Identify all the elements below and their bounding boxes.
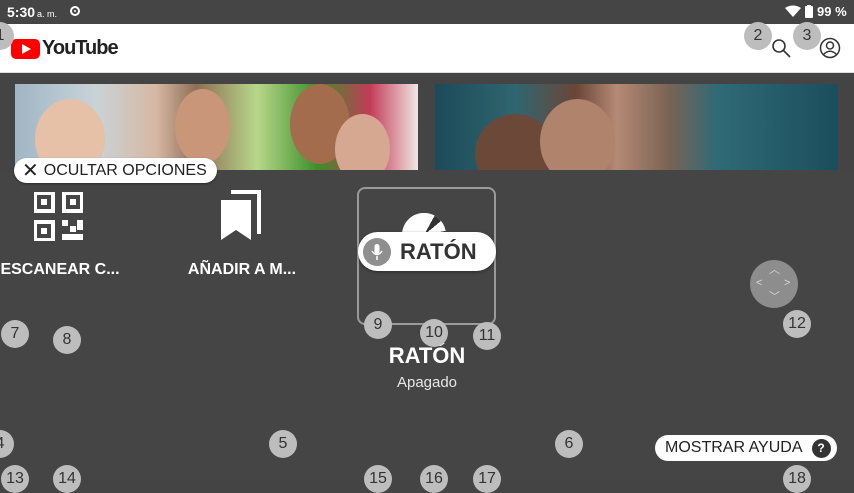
number-badge[interactable]: 2 (744, 22, 772, 50)
status-time: 5:30 a. m. (7, 4, 58, 20)
number-badge[interactable]: 17 (473, 465, 501, 493)
qr-code-icon[interactable] (34, 192, 83, 241)
mouse-tile-title: RATÓN (388, 343, 466, 368)
number-badge[interactable]: 18 (783, 465, 811, 493)
show-help-button[interactable]: MOSTRAR AYUDA ? (655, 435, 837, 461)
mouse-pill-label: RATÓN (400, 238, 477, 264)
arrow-up-icon: ︿ (769, 264, 780, 276)
number-badge[interactable]: 15 (364, 465, 392, 493)
directional-pad[interactable]: ︿ ﹀ < > (750, 260, 798, 308)
battery-icon (805, 5, 813, 18)
mouse-pill-button[interactable]: RATÓN (358, 232, 496, 271)
help-icon: ? (811, 438, 831, 458)
add-action-label[interactable]: AÑADIR A M... (162, 261, 322, 279)
arrow-right-icon: > (784, 277, 791, 289)
number-badge[interactable]: 14 (53, 465, 81, 493)
youtube-logo[interactable]: YouTube (11, 37, 119, 60)
number-badge[interactable]: 10 (420, 319, 448, 347)
play-logo-icon (11, 38, 40, 59)
number-badge[interactable]: 12 (783, 310, 811, 338)
arrow-left-icon: < (756, 277, 763, 289)
thumbnail-face (540, 99, 615, 170)
number-badge[interactable]: 11 (473, 322, 501, 350)
hide-options-button[interactable]: ✕ OCULTAR OPCIONES (14, 158, 217, 183)
mouse-tile-status: Apagado (396, 374, 458, 391)
show-help-label: MOSTRAR AYUDA (665, 439, 803, 456)
thumbnail-face (335, 114, 390, 170)
number-badge[interactable]: 6 (555, 430, 583, 458)
number-badge[interactable]: 16 (420, 465, 448, 493)
hide-options-label: OCULTAR OPCIONES (43, 161, 207, 179)
close-icon: ✕ (22, 159, 39, 182)
number-badge[interactable]: 5 (269, 430, 297, 458)
thumbnail-face (175, 89, 230, 164)
number-badge[interactable]: 13 (1, 465, 29, 493)
number-badge[interactable]: 8 (53, 326, 81, 354)
search-icon[interactable] (771, 38, 791, 58)
status-bar: 5:30 a. m. 99 % (0, 0, 854, 24)
battery-percent: 99 % (817, 4, 847, 19)
number-badge[interactable]: 7 (1, 320, 29, 348)
video-thumbnail[interactable] (435, 84, 838, 170)
arrow-down-icon: ﹀ (769, 291, 780, 303)
bookmarks-icon[interactable] (219, 190, 263, 242)
cast-icon (70, 6, 80, 16)
number-badge[interactable]: 9 (364, 311, 392, 339)
number-badge[interactable]: 3 (793, 22, 821, 50)
app-header: YouTube (0, 24, 854, 73)
scan-action-label[interactable]: ESCANEAR C... (0, 261, 140, 279)
microphone-icon (363, 237, 391, 266)
wifi-icon (785, 5, 801, 17)
app-name: YouTube (42, 37, 119, 59)
account-icon[interactable] (819, 37, 841, 59)
